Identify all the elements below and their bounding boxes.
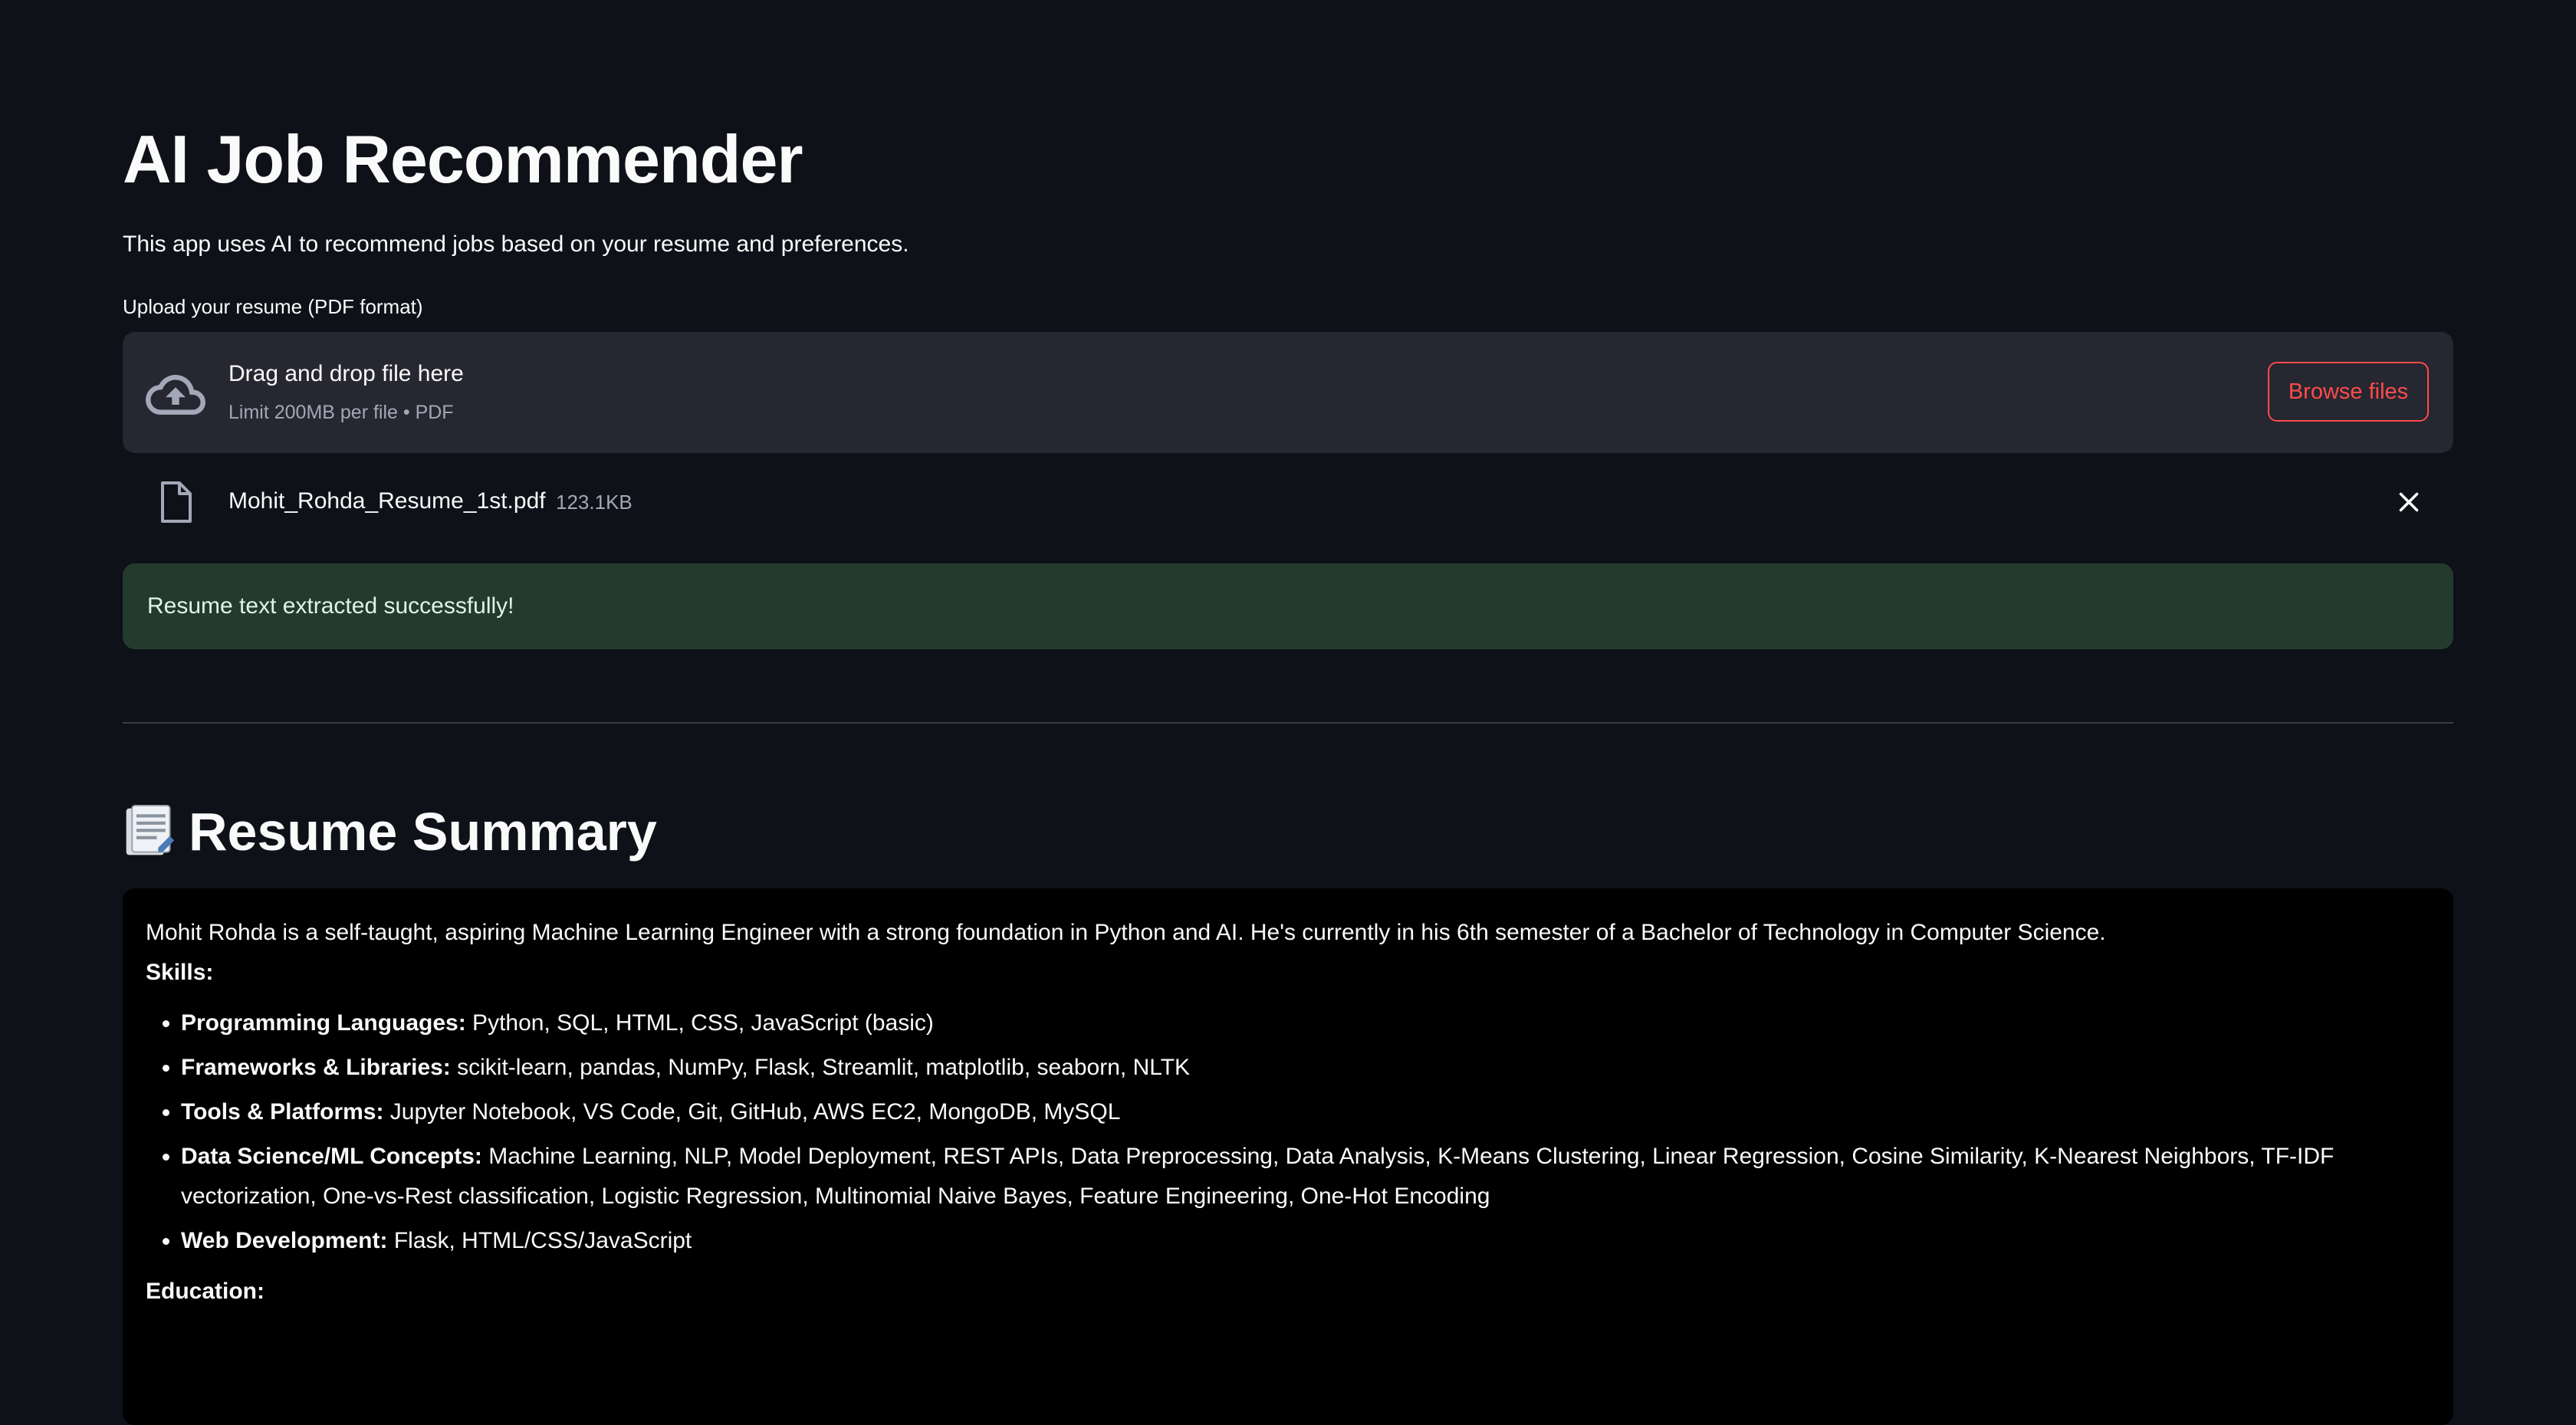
skill-values: Machine Learning, NLP, Model Deployment,…	[181, 1144, 2334, 1209]
list-item: Programming Languages: Python, SQL, HTML…	[181, 1003, 2430, 1043]
page-description: This app uses AI to recommend jobs based…	[123, 231, 909, 257]
uploaded-file-row: Mohit_Rohda_Resume_1st.pdf 123.1KB	[123, 471, 2453, 533]
skill-values: scikit-learn, pandas, NumPy, Flask, Stre…	[450, 1055, 1191, 1080]
dropzone-title: Drag and drop file here	[228, 361, 464, 386]
education-label: Education:	[146, 1279, 264, 1304]
file-name: Mohit_Rohda_Resume_1st.pdf	[228, 488, 546, 514]
skill-values: Flask, HTML/CSS/JavaScript	[387, 1228, 692, 1253]
success-message: Resume text extracted successfully!	[147, 593, 514, 619]
uploader-label: Upload your resume (PDF format)	[123, 295, 423, 318]
file-size: 123.1KB	[556, 491, 632, 514]
success-alert: Resume text extracted successfully!	[123, 563, 2453, 649]
skill-category: Tools & Platforms:	[181, 1099, 384, 1125]
list-item: Frameworks & Libraries: scikit-learn, pa…	[181, 1048, 2430, 1088]
summary-box: Mohit Rohda is a self-taught, aspiring M…	[123, 888, 2453, 1425]
divider	[123, 722, 2453, 724]
skill-values: Jupyter Notebook, VS Code, Git, GitHub, …	[383, 1099, 1121, 1125]
summary-heading: Resume Summary	[123, 797, 657, 866]
list-item: Web Development: Flask, HTML/CSS/JavaScr…	[181, 1221, 2430, 1261]
skill-category: Web Development:	[181, 1228, 388, 1253]
list-item: Tools & Platforms: Jupyter Notebook, VS …	[181, 1092, 2430, 1132]
close-icon[interactable]	[2395, 488, 2423, 516]
skill-category: Frameworks & Libraries:	[181, 1055, 451, 1080]
skill-category: Programming Languages:	[181, 1010, 466, 1036]
browse-files-button[interactable]: Browse files	[2268, 362, 2429, 422]
skill-category: Data Science/ML Concepts:	[181, 1144, 482, 1169]
skill-values: Python, SQL, HTML, CSS, JavaScript (basi…	[465, 1010, 934, 1036]
summary-intro: Mohit Rohda is a self-taught, aspiring M…	[146, 920, 2106, 945]
memo-icon	[126, 804, 175, 855]
skills-list: Programming Languages: Python, SQL, HTML…	[146, 1003, 2430, 1261]
file-icon	[161, 481, 192, 523]
skills-label: Skills:	[146, 960, 214, 985]
dropzone-limit: Limit 200MB per file • PDF	[228, 402, 454, 423]
summary-content: Mohit Rohda is a self-taught, aspiring M…	[146, 913, 2430, 1312]
list-item: Data Science/ML Concepts: Machine Learni…	[181, 1137, 2430, 1217]
file-dropzone[interactable]: Drag and drop file here Limit 200MB per …	[123, 332, 2453, 453]
cloud-upload-icon	[146, 375, 205, 415]
page-title: AI Job Recommender	[123, 121, 803, 197]
summary-title: Resume Summary	[189, 802, 657, 862]
